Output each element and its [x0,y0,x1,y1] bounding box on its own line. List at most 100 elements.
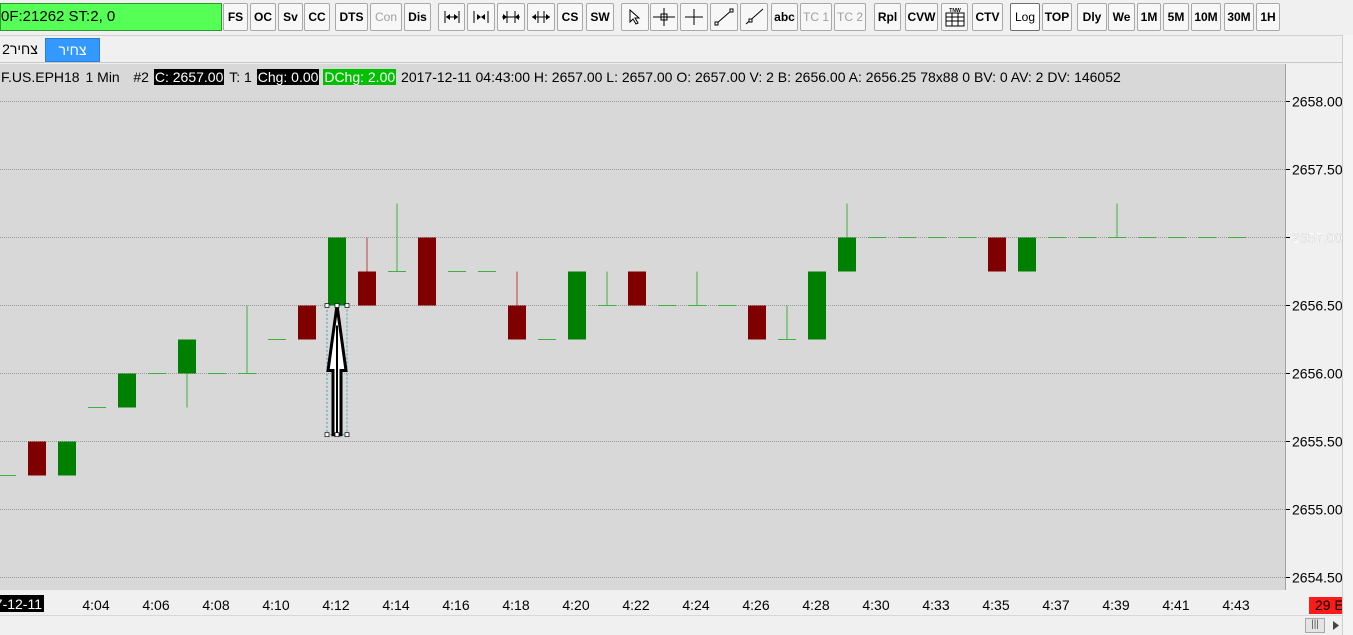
candle [838,203,856,272]
time-tick-label: 4:39 [1102,597,1129,613]
button-cvw[interactable]: CVW [905,3,938,31]
scroll-thumb[interactable]: ||| [1305,618,1325,633]
candle [748,305,766,340]
zoom-spread-button[interactable] [527,3,555,31]
annotation-handle[interactable] [334,303,340,308]
horizontal-scrollbar[interactable]: ||| [0,615,1342,635]
button-fs[interactable]: FS [223,3,248,31]
close-value: C: 2657.00 [153,69,225,85]
button-tc-1[interactable]: TC 1 [800,3,832,31]
candle-body [358,271,376,306]
button-10m[interactable]: 10M [1191,3,1221,31]
candle-body [838,237,856,272]
annotation-handle[interactable] [334,432,340,438]
tab-bar: צחיר2 צחיר [0,35,1353,63]
annotation-handle[interactable] [324,432,330,438]
status-box: 0F:21262 ST:2, 0 [0,3,222,31]
candle [178,339,196,408]
button-dts[interactable]: DTS [335,3,368,31]
zoom-fit-button[interactable] [438,3,465,31]
candle-body [418,237,436,306]
tab-chart-2[interactable]: צחיר [45,38,100,62]
price-tick-label: 2657.50 [1292,162,1343,178]
candle [808,271,826,340]
interval-label: 1 Min [85,69,120,85]
bar-details: 2017-12-11 04:43:00 H: 2657.00 L: 2657.0… [401,69,1121,85]
pointer-arrow-button[interactable] [621,3,649,31]
chart-svg [0,101,1285,578]
button-cc[interactable]: CC [304,3,330,31]
candle-body [328,237,346,306]
candle [598,271,616,306]
chart-area[interactable] [0,64,1285,590]
button-con[interactable]: Con [370,3,402,31]
button-oc[interactable]: OC [250,3,276,31]
candle-body [118,373,136,408]
price-axis[interactable]: 2658.00 2657.50 2657.00 2656.50 2656.00 2655.… [1285,64,1343,590]
time-tick-label: 4:22 [622,597,649,613]
time-tick-label: 4:41 [1162,597,1189,613]
tab-chart-1[interactable]: צחיר2 [0,38,40,62]
arrow-annotation[interactable] [324,303,350,438]
time-axis[interactable]: 2017-12-11 4:04 4:06 4:08 4:10 4:12 4:14 4:16 4:… [0,591,1285,615]
time-tick-label: 4:10 [262,597,289,613]
crosshair-button[interactable] [650,3,678,31]
time-tick-label: 4:12 [322,597,349,613]
candle-body [58,441,76,476]
button-rpl[interactable]: Rpl [874,3,901,31]
time-tick-label: 4:37 [1042,597,1069,613]
button-5m[interactable]: 5M [1163,3,1189,31]
ray-draw-button[interactable] [740,3,768,31]
candle-body [178,339,196,374]
price-tick-label: 2658.00 [1292,94,1343,110]
price-axis-svg: 2658.00 2657.50 2657.00 2656.50 2656.00 2655.… [1286,94,1343,586]
button-30m[interactable]: 30M [1224,3,1254,31]
button-log[interactable]: Log [1010,3,1040,31]
candle [988,237,1006,272]
change-value: Chg: 0.00 [256,69,320,85]
time-tick-label: 4:33 [922,597,949,613]
button-abc[interactable]: abc [771,3,798,31]
crosshair-small-button[interactable] [680,3,708,31]
button-top[interactable]: TOP [1042,3,1072,31]
calendar-grid-button[interactable]: TNW [941,3,968,31]
candle [1018,237,1036,272]
button-tc-2[interactable]: TC 2 [834,3,866,31]
button-ctv[interactable]: CTV [972,3,1003,31]
candle [568,271,586,340]
candle-body [508,305,526,340]
zoom-center-button[interactable] [497,3,525,31]
toolbar: 0F:21262 ST:2, 0 FS OC Sv CC DTS Con Dis CS SW ab… [0,0,1353,35]
annotation-handle[interactable] [344,303,350,308]
candle-body [808,271,826,340]
button-sv[interactable]: Sv [278,3,303,31]
button-we[interactable]: We [1108,3,1135,31]
last-price-label: 2657.00 [1292,230,1343,246]
time-tick-label: 4:35 [982,597,1009,613]
time-tick-label: 4:43 [1222,597,1249,613]
time-tick-label: 4:26 [742,597,769,613]
scroll-right-arrow-icon[interactable] [1330,618,1342,633]
button-cs[interactable]: CS [557,3,583,31]
price-tick-label: 2654.50 [1292,570,1343,586]
annotation-handle[interactable] [324,303,330,308]
time-tick-label: 4:16 [442,597,469,613]
candle [58,441,76,476]
button-dis[interactable]: Dis [404,3,431,31]
button-dly[interactable]: Dly [1077,3,1107,31]
button-1m[interactable]: 1M [1137,3,1161,31]
price-tick-label: 2655.50 [1292,434,1343,450]
candle [688,271,706,306]
button-1h[interactable]: 1H [1256,3,1280,31]
symbol-label: F.US.EPH18 [1,69,80,85]
time-tick-label: 4:24 [682,597,709,613]
button-sw[interactable]: SW [586,3,614,31]
candle [778,305,796,340]
zoom-expand-button[interactable] [467,3,495,31]
annotation-handle[interactable] [344,432,350,438]
trades-value: T: 1 [229,69,252,85]
candle [1108,203,1126,238]
vertical-scrollbar[interactable] [1342,35,1353,635]
info-line: F.US.EPH18 1 Min #2 C: 2657.00 T: 1 Chg:… [0,68,1122,86]
line-draw-button[interactable] [710,3,738,31]
